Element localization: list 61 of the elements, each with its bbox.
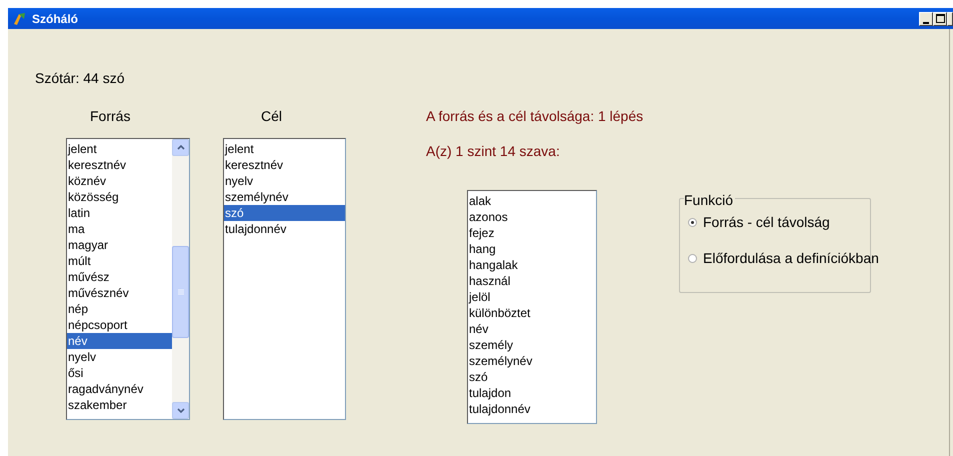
- list-item[interactable]: múlt: [67, 253, 172, 269]
- list-item[interactable]: jelent: [67, 141, 172, 157]
- caret-down-icon: [176, 408, 184, 413]
- list-item[interactable]: tulajdonnév: [468, 401, 596, 417]
- caret-up-icon: [176, 145, 184, 150]
- list-item[interactable]: népcsoport: [67, 317, 172, 333]
- close-button[interactable]: [947, 12, 953, 26]
- list-item[interactable]: szó: [224, 205, 345, 221]
- list-item[interactable]: különböztet: [468, 305, 596, 321]
- list-item[interactable]: ma: [67, 221, 172, 237]
- list-item[interactable]: alak: [468, 193, 596, 209]
- list-item[interactable]: nyelv: [224, 173, 345, 189]
- list-item[interactable]: tulajdon: [468, 385, 596, 401]
- column-header: Cél: [261, 107, 284, 126]
- list-item[interactable]: keresztnév: [224, 157, 345, 173]
- list-item[interactable]: ragadványnév: [67, 381, 172, 397]
- list-item[interactable]: közösség: [67, 189, 172, 205]
- level-text: A(z) 1 szint 14 szava:: [426, 142, 561, 161]
- list-item[interactable]: jelöl: [468, 289, 596, 305]
- list-item[interactable]: hangalak: [468, 257, 596, 273]
- list-item[interactable]: magyar: [67, 237, 172, 253]
- list-item[interactable]: művész: [67, 269, 172, 285]
- list-item[interactable]: jelent: [224, 141, 345, 157]
- radio-option[interactable]: Előfordulása a definíciókban: [688, 248, 879, 268]
- radio-option[interactable]: Forrás - cél távolság: [688, 212, 830, 232]
- list-item[interactable]: művésznév: [67, 285, 172, 301]
- column-header: Forrás: [90, 107, 132, 126]
- list-item[interactable]: személynév: [224, 189, 345, 205]
- list-item[interactable]: személynév: [468, 353, 596, 369]
- list-item[interactable]: ősi: [67, 365, 172, 381]
- minimize-icon: [923, 22, 929, 24]
- window-title: Szóháló: [32, 10, 78, 28]
- list-item[interactable]: azonos: [468, 209, 596, 225]
- scrollbar[interactable]: [172, 139, 189, 419]
- list-item[interactable]: név: [67, 333, 172, 349]
- list-item[interactable]: fejez: [468, 225, 596, 241]
- list-item[interactable]: használ: [468, 273, 596, 289]
- app-icon: [12, 11, 27, 26]
- word-list[interactable]: alak azonos fejez hang hangalak használ jelöl különböztet név személy személynév szó tulajdon tulajdonnév: [467, 190, 597, 424]
- scroll-down-button[interactable]: [172, 402, 189, 419]
- maximize-button[interactable]: [933, 12, 947, 26]
- list-item[interactable]: nép: [67, 301, 172, 317]
- list-item[interactable]: szakember: [67, 397, 172, 413]
- list-item[interactable]: köznév: [67, 173, 172, 189]
- distance-text: A forrás és a cél távolsága: 1 lépés: [426, 107, 644, 126]
- maximize-icon: [936, 14, 944, 22]
- grip-icon: [178, 289, 184, 295]
- minimize-button[interactable]: [919, 12, 933, 26]
- target-list[interactable]: jelent keresztnév nyelv személynév szó tulajdonnév: [223, 138, 346, 420]
- list-item[interactable]: tulajdonnév: [224, 221, 345, 237]
- list-item[interactable]: személy: [468, 337, 596, 353]
- dictionary-count: Szótár: 44 szó: [35, 69, 126, 88]
- list-item[interactable]: hang: [468, 241, 596, 257]
- list-item[interactable]: nyelv: [67, 349, 172, 365]
- source-list[interactable]: jelent keresztnév köznév közösség latin ma magyar múlt művész művésznév nép népcsoport név nyelv ősi ragadványnév szakember: [66, 138, 190, 420]
- scroll-up-button[interactable]: [172, 139, 189, 156]
- scrollbar-thumb[interactable]: [172, 246, 189, 338]
- list-item[interactable]: keresztnév: [67, 157, 172, 173]
- list-item[interactable]: név: [468, 321, 596, 337]
- list-item[interactable]: latin: [67, 205, 172, 221]
- list-item[interactable]: szó: [468, 369, 596, 385]
